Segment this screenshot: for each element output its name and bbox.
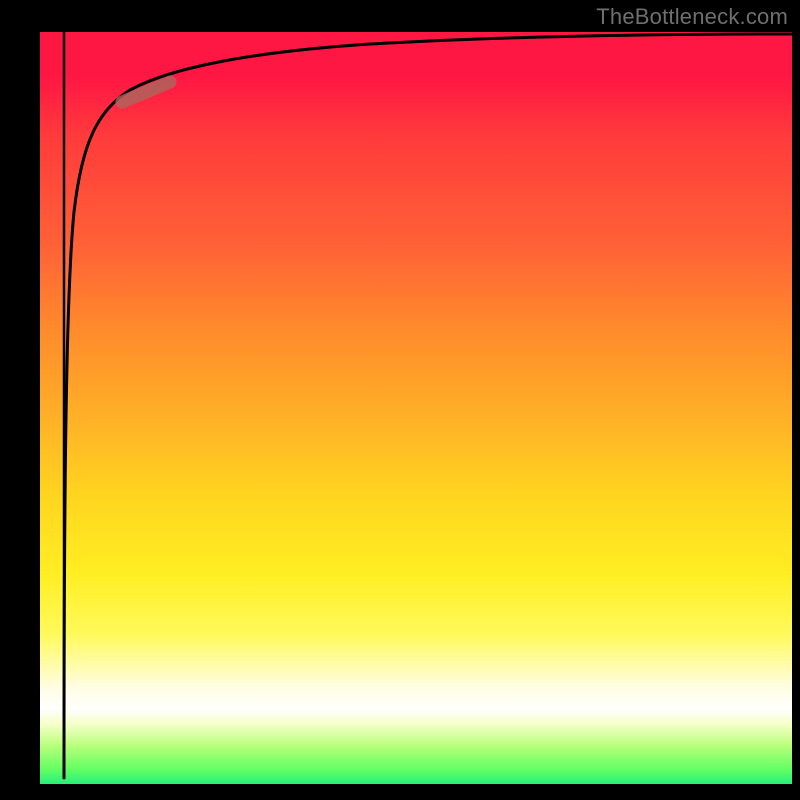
plot-area bbox=[40, 32, 792, 784]
attribution-label: TheBottleneck.com bbox=[596, 4, 788, 30]
highlight-marker bbox=[122, 82, 170, 102]
main-curve bbox=[64, 34, 792, 778]
curve-svg bbox=[40, 32, 792, 784]
chart-frame: TheBottleneck.com bbox=[0, 0, 800, 800]
